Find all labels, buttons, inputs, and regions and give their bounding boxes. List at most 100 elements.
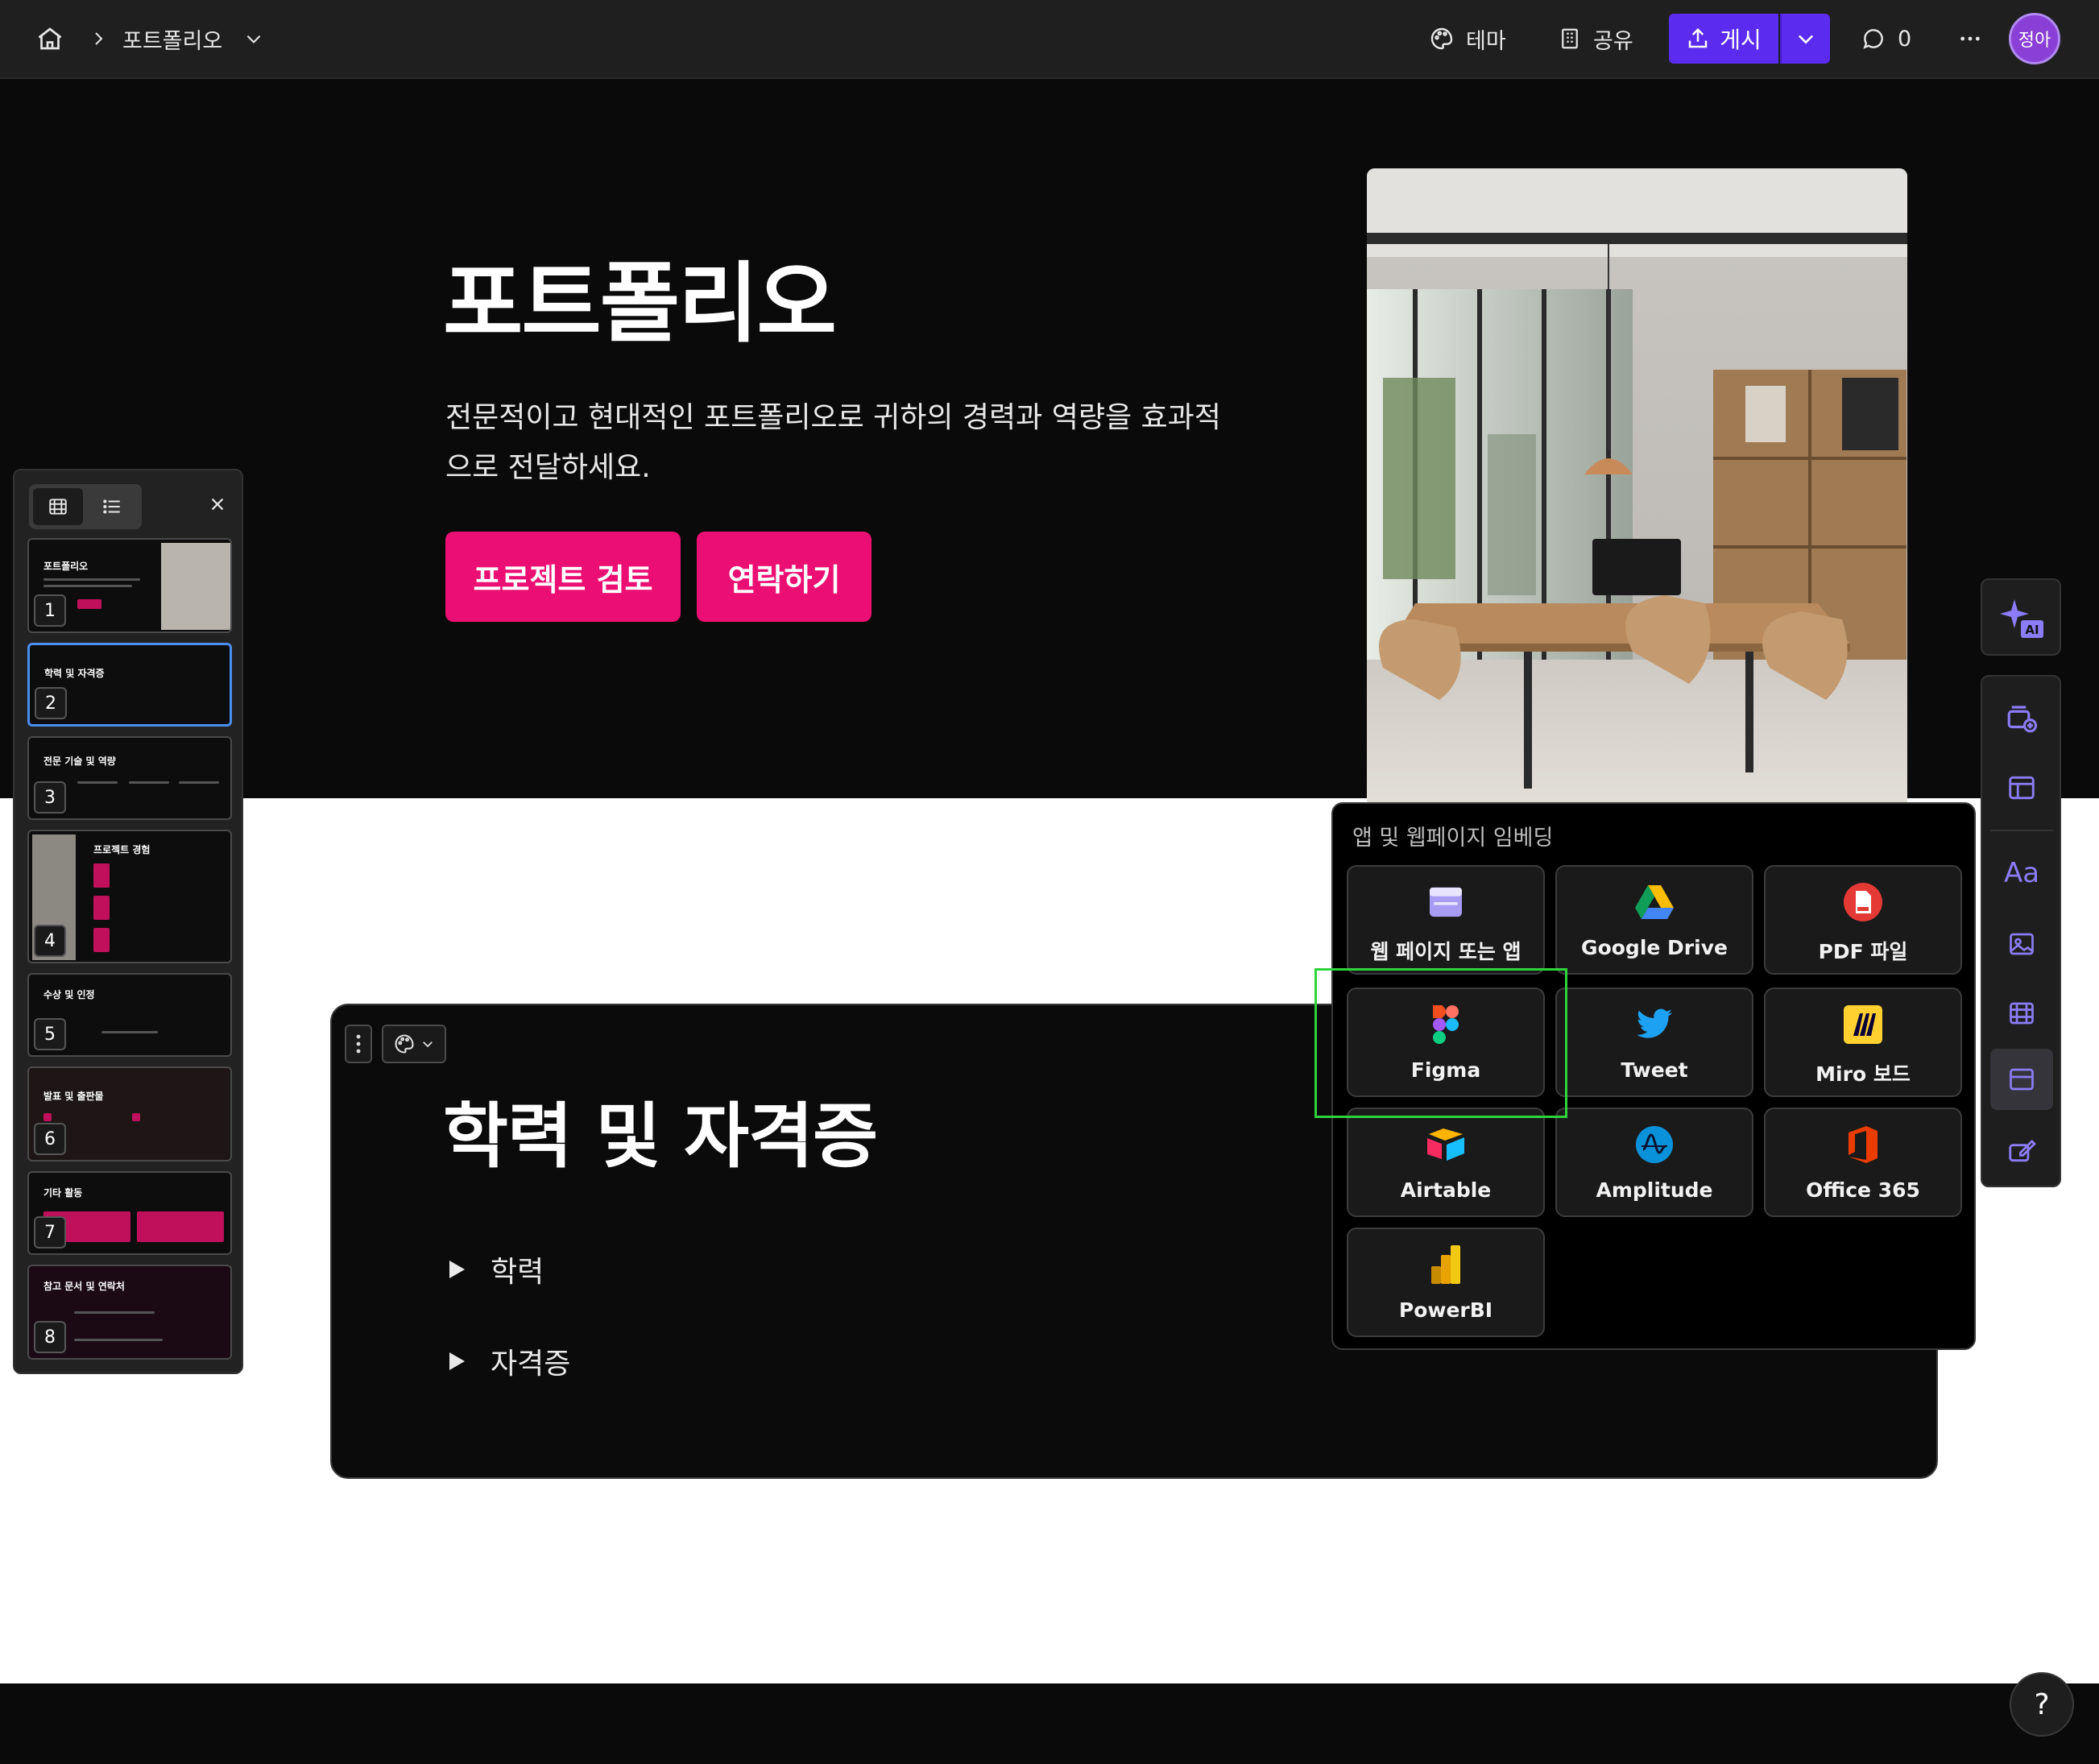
- embed-tool-button[interactable]: [1990, 1049, 2053, 1110]
- powerbi-icon: [1348, 1245, 1543, 1284]
- thumb-marker: [132, 1113, 140, 1121]
- film-grid-icon: [49, 499, 67, 515]
- user-avatar[interactable]: 정아: [2009, 13, 2060, 64]
- grid-view-button[interactable]: [33, 488, 83, 525]
- ai-sparkle-icon: AI: [2000, 599, 2043, 638]
- contact-button[interactable]: 연락하기: [697, 532, 871, 622]
- add-card-button[interactable]: [1990, 688, 2053, 749]
- text-tool-button[interactable]: Aa: [1990, 843, 2053, 904]
- embed-pdf[interactable]: PDF 파일: [1764, 865, 1962, 975]
- home-button[interactable]: [35, 0, 64, 77]
- slide-thumb-title: 수상 및 인정: [43, 989, 95, 1000]
- share-button[interactable]: 공유: [1558, 0, 1633, 77]
- thumb-marker: [43, 1113, 52, 1121]
- more-options-button[interactable]: [1957, 0, 1983, 77]
- image-tool-button[interactable]: [1990, 913, 2053, 975]
- miro-icon: [1766, 1005, 1960, 1044]
- slide-number: 8: [34, 1321, 66, 1353]
- airtable-icon: [1348, 1125, 1543, 1164]
- upload-icon: [1688, 27, 1708, 48]
- web-app-icon: [1348, 883, 1543, 921]
- close-panel-button[interactable]: [201, 488, 234, 520]
- close-icon: [211, 498, 224, 511]
- theme-label: 테마: [1466, 28, 1506, 54]
- next-slide-edge: [0, 1683, 2099, 1764]
- triangle-right-icon: [449, 1261, 465, 1278]
- popover-title: 앱 및 웹페이지 임베딩: [1352, 826, 1554, 851]
- help-button[interactable]: ?: [2010, 1672, 2074, 1737]
- ai-badge: AI: [2025, 623, 2039, 637]
- embed-tweet[interactable]: Tweet: [1555, 988, 1753, 1097]
- avatar-initials: 정아: [2018, 31, 2051, 51]
- thumb-step: [93, 896, 110, 920]
- breadcrumb-separator: [89, 0, 108, 77]
- figma-icon: [1348, 1005, 1543, 1044]
- image-icon: [2010, 933, 2034, 955]
- comment-icon: [1863, 29, 1883, 49]
- embed-airtable[interactable]: Airtable: [1347, 1108, 1545, 1217]
- thumb-line: [179, 781, 219, 784]
- film-icon: [2010, 1002, 2034, 1025]
- thumb-block: [137, 1211, 224, 1242]
- slide-thumb-title: 포트폴리오: [43, 561, 89, 572]
- slide-thumbnail[interactable]: 참고 문서 및 연락처 8: [27, 1265, 232, 1360]
- comments-button[interactable]: 0: [1861, 0, 1911, 77]
- toggle-education[interactable]: 학력: [447, 1245, 544, 1294]
- more-horizontal-icon: [1960, 36, 1980, 41]
- breadcrumb-title: 포트폴리오: [122, 28, 223, 54]
- slide-thumbnail[interactable]: 발표 및 출판물 6: [27, 1066, 232, 1162]
- edit-form-icon: [2009, 1139, 2036, 1162]
- list-icon: [103, 499, 120, 514]
- slide-thumbnail[interactable]: 전문 기술 및 역량 3: [27, 736, 232, 820]
- embed-google-drive[interactable]: Google Drive: [1555, 865, 1753, 975]
- thumb-line: [77, 781, 118, 784]
- triangle-right-icon: [449, 1352, 465, 1370]
- text-style-icon: Aa: [2003, 857, 2040, 889]
- review-projects-button[interactable]: 프로젝트 검토: [445, 532, 681, 622]
- list-view-button[interactable]: [87, 488, 137, 525]
- google-drive-icon: [1557, 883, 1752, 921]
- slide-thumbnail-selected[interactable]: 학력 및 자격증 2: [27, 643, 232, 727]
- slide-thumbnail[interactable]: 포트폴리오 1: [27, 538, 232, 633]
- office-illustration: [1367, 168, 1907, 847]
- layout-icon: [2009, 776, 2035, 800]
- thumb-line: [43, 578, 140, 581]
- tile-label: Figma: [1410, 1058, 1481, 1082]
- hero-description: 전문적이고 현대적인 포트폴리오로 귀하의 경력과 역량을 효과적으로 전달하세…: [445, 401, 1221, 484]
- toggle-certificates[interactable]: 자격증: [447, 1337, 570, 1385]
- hero-section: 포트폴리오 전문적이고 현대적인 포트폴리오로 귀하의 경력과 역량을 효과적으…: [0, 79, 2099, 847]
- slide-number: 5: [34, 1018, 66, 1050]
- theme-button[interactable]: 테마: [1429, 0, 1506, 77]
- card-style-button[interactable]: [382, 1025, 446, 1063]
- card-menu-button[interactable]: [345, 1025, 372, 1063]
- slide-thumbnail[interactable]: 기타 활동 7: [27, 1171, 232, 1255]
- slide-thumb-title: 프로젝트 경험: [93, 844, 151, 855]
- breadcrumb[interactable]: 포트폴리오: [122, 0, 264, 77]
- more-vertical-icon: [356, 1034, 361, 1054]
- amplitude-icon: [1557, 1125, 1752, 1164]
- video-tool-button[interactable]: [1990, 983, 2053, 1044]
- palette-icon: [1430, 27, 1453, 50]
- chevron-down-icon: [423, 1041, 433, 1048]
- embed-powerbi[interactable]: PowerBI: [1347, 1228, 1545, 1337]
- embed-figma[interactable]: Figma: [1347, 988, 1545, 1097]
- slide-thumb-title: 참고 문서 및 연락처: [43, 1281, 125, 1292]
- embed-office365[interactable]: Office 365: [1764, 1108, 1962, 1217]
- form-tool-button[interactable]: [1990, 1120, 2053, 1181]
- slide-thumb-title: 전문 기술 및 역량: [43, 756, 116, 767]
- slide-number: 2: [35, 687, 67, 719]
- embed-web-app[interactable]: 웹 페이지 또는 앱: [1347, 865, 1545, 975]
- embed-amplitude[interactable]: Amplitude: [1555, 1108, 1753, 1217]
- layout-button[interactable]: [1990, 757, 2053, 818]
- pdf-icon: [1766, 883, 1960, 921]
- slide-number: 4: [34, 925, 66, 957]
- slide-thumbnail[interactable]: 프로젝트 경험 4: [27, 830, 232, 963]
- slide-thumb-title: 기타 활동: [43, 1187, 83, 1199]
- toggle-label: 자격증: [491, 1348, 571, 1381]
- slide-thumbnail[interactable]: 수상 및 인정 5: [27, 973, 232, 1057]
- embed-miro[interactable]: Miro 보드: [1764, 988, 1962, 1097]
- publish-options-button[interactable]: [1780, 14, 1830, 64]
- chevron-down-icon: [1798, 35, 1814, 44]
- publish-button[interactable]: 게시: [1669, 14, 1778, 64]
- ai-assistant-button[interactable]: AI: [1981, 578, 2061, 656]
